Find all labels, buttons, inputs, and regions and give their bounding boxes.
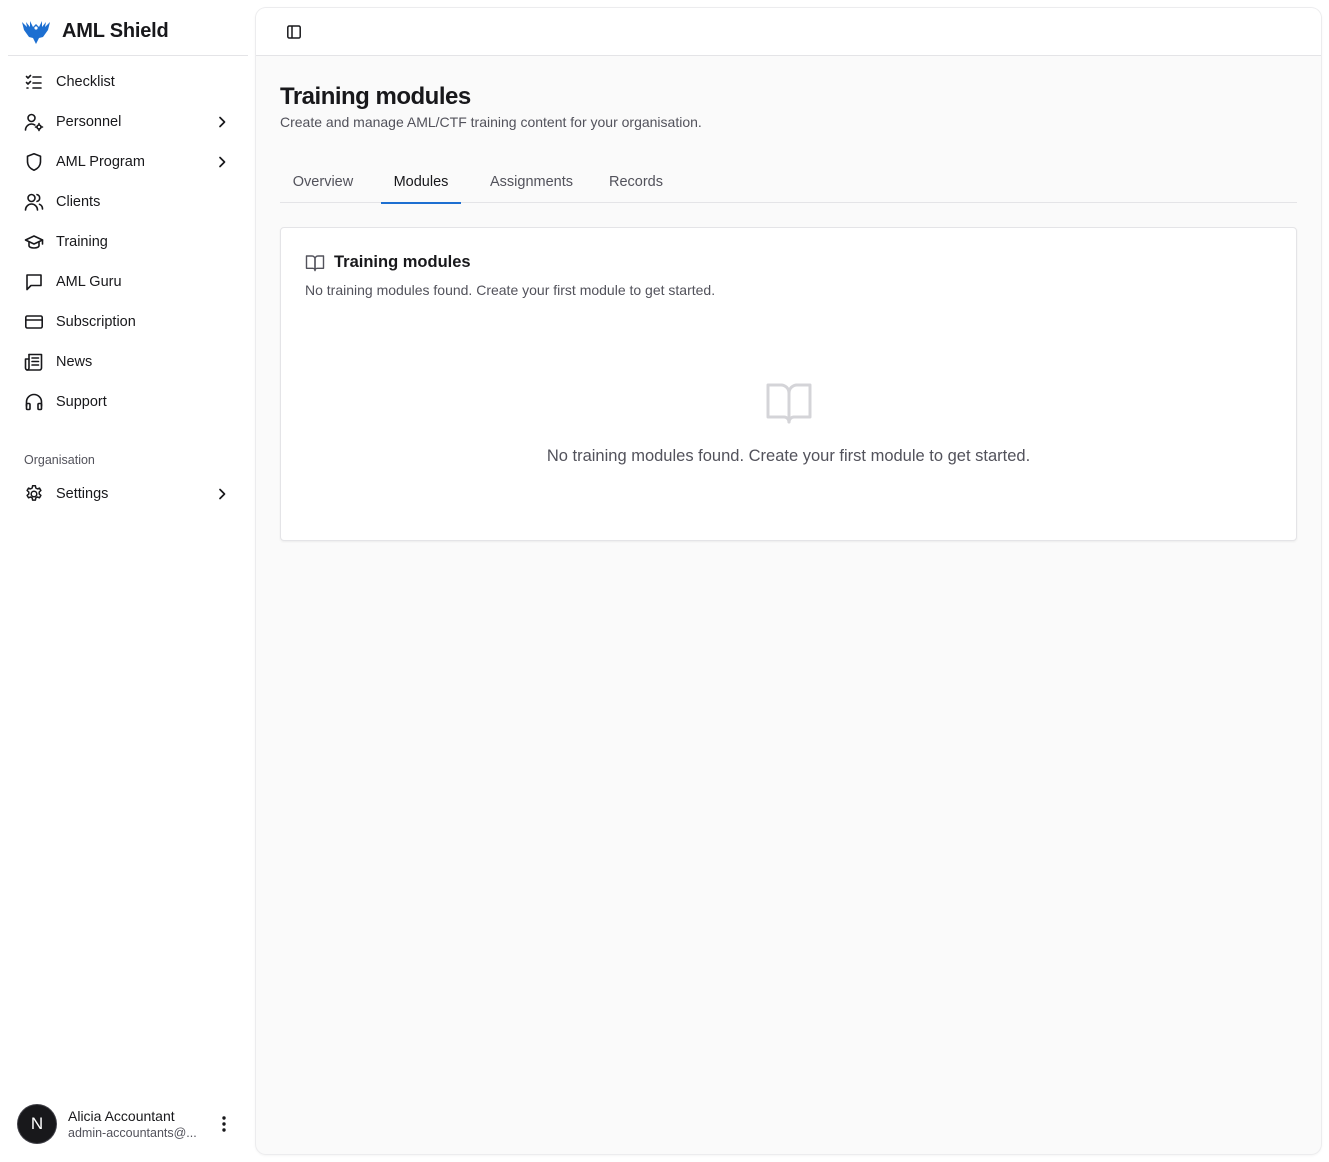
user-name: Alicia Accountant [68, 1108, 175, 1124]
sidebar-item-label: AML Guru [56, 274, 122, 290]
card-title: Training modules [334, 253, 471, 271]
sidebar-item-subscription[interactable]: Subscription [8, 302, 248, 342]
sidebar-item-settings[interactable]: Settings [8, 474, 248, 514]
sidebar-item-label: Personnel [56, 114, 122, 130]
user-cog-icon [24, 112, 44, 132]
tab-bar: Overview Modules Assignments Records [280, 160, 1297, 204]
more-vertical-icon[interactable] [214, 1113, 234, 1135]
chevron-right-icon [219, 488, 226, 500]
sidebar-item-aml-guru[interactable]: AML Guru [8, 262, 248, 302]
sidebar-item-label: Support [56, 394, 107, 410]
tab-overview[interactable]: Overview [280, 160, 366, 203]
gear-icon [24, 484, 44, 504]
sidebar-item-support[interactable]: Support [8, 382, 248, 422]
user-text: Alicia Accountant admin-accountants@... [68, 1108, 197, 1140]
main-content: Training modules Create and manage AML/C… [256, 8, 1321, 1154]
tab-records[interactable]: Records [596, 160, 676, 203]
card-header: Training modules [305, 253, 471, 272]
chevron-right-icon [219, 156, 226, 168]
sidebar-group-label: Organisation [24, 453, 95, 467]
tab-modules[interactable]: Modules [381, 160, 461, 204]
avatar: N [18, 1105, 56, 1143]
empty-state-message: No training modules found. Create your f… [546, 447, 1031, 465]
shield-icon [24, 152, 44, 172]
page-title: Training modules [280, 83, 471, 110]
checklist-icon [24, 72, 44, 92]
sidebar: AML Shield Checklist Personnel AML Progr… [0, 0, 256, 1162]
sidebar-item-aml-program[interactable]: AML Program [8, 142, 248, 182]
book-open-icon [766, 383, 812, 424]
sidebar-item-label: AML Program [56, 154, 145, 170]
sidebar-item-news[interactable]: News [8, 342, 248, 382]
sidebar-nav: Checklist Personnel AML Program Clients … [8, 62, 248, 422]
headphones-icon [24, 392, 44, 412]
sidebar-item-training[interactable]: Training [8, 222, 248, 262]
sidebar-item-label: Clients [56, 194, 101, 210]
sidebar-item-checklist[interactable]: Checklist [8, 62, 248, 102]
book-open-icon [305, 254, 325, 271]
chevron-right-icon [219, 116, 226, 128]
sidebar-item-clients[interactable]: Clients [8, 182, 248, 222]
sidebar-item-label: Settings [56, 486, 109, 502]
newspaper-icon [24, 352, 44, 372]
credit-card-icon [24, 312, 44, 332]
user-email: admin-accountants@... [68, 1126, 197, 1140]
graduation-cap-icon [24, 232, 44, 252]
tab-assignments[interactable]: Assignments [475, 160, 588, 203]
card-description: No training modules found. Create your f… [305, 282, 716, 298]
sidebar-item-label: News [56, 354, 93, 370]
eagle-logo-icon [20, 16, 52, 48]
sidebar-item-personnel[interactable]: Personnel [8, 102, 248, 142]
brand-name: AML Shield [62, 20, 169, 42]
top-bar [256, 8, 1321, 56]
sidebar-item-label: Checklist [56, 74, 115, 90]
sidebar-item-label: Subscription [56, 314, 136, 330]
brand[interactable]: AML Shield [8, 8, 248, 56]
users-icon [24, 192, 44, 212]
sidebar-org-nav: Settings [8, 474, 248, 514]
training-modules-card: Training modules No training modules fou… [280, 227, 1297, 541]
avatar-initial: N [30, 1114, 44, 1133]
user-profile[interactable]: N Alicia Accountant admin-accountants@..… [8, 1098, 248, 1150]
sidebar-item-label: Training [56, 234, 108, 250]
page-subtitle: Create and manage AML/CTF training conte… [280, 114, 702, 130]
sidebar-toggle-button[interactable] [282, 21, 306, 43]
message-square-icon [24, 272, 44, 292]
panel-left-icon [287, 25, 301, 39]
